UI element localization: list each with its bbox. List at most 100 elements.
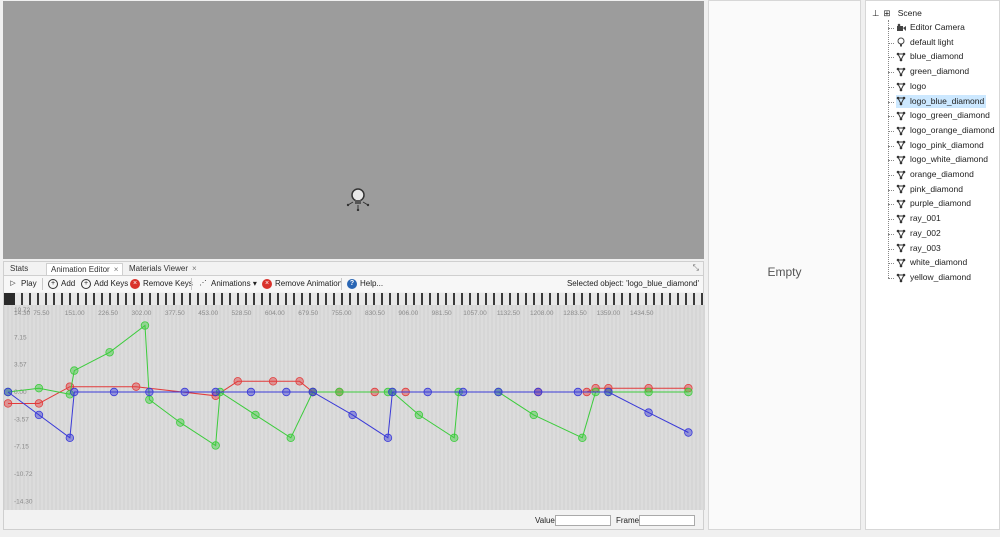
add-button[interactable]: + Add xyxy=(48,278,75,290)
tree-item[interactable]: green_diamond xyxy=(896,65,971,78)
keyframe-point[interactable] xyxy=(131,382,141,391)
keyframe-marker[interactable] xyxy=(589,293,591,305)
keyframe-marker[interactable] xyxy=(125,293,127,305)
keyframe-marker[interactable] xyxy=(557,293,559,305)
tree-item[interactable]: logo_white_diamond xyxy=(896,153,990,166)
keyframe-marker[interactable] xyxy=(437,293,439,305)
keyframe-marker[interactable] xyxy=(381,293,383,305)
keyframe-marker[interactable] xyxy=(149,293,151,305)
keyframe-point[interactable] xyxy=(494,387,503,397)
keyframe-marker[interactable] xyxy=(453,293,455,305)
keyframe-marker[interactable] xyxy=(205,293,207,305)
keyframe-point[interactable] xyxy=(533,387,543,397)
keyframe-marker[interactable] xyxy=(229,293,231,305)
expand-icon[interactable]: ⤡ xyxy=(693,263,699,273)
keyframe-marker[interactable] xyxy=(53,293,55,305)
keyframe-marker[interactable] xyxy=(677,293,679,305)
keyframe-point[interactable] xyxy=(383,433,393,443)
keyframe-marker[interactable] xyxy=(349,293,351,305)
keyframe-point[interactable] xyxy=(4,399,13,408)
tree-item[interactable]: ray_001 xyxy=(896,212,943,225)
keyframe-marker[interactable] xyxy=(29,293,31,305)
collapse-icon[interactable]: ⊥ xyxy=(872,7,881,20)
keyframe-point[interactable] xyxy=(414,410,424,420)
keyframe-marker[interactable] xyxy=(669,293,671,305)
keyframe-marker[interactable] xyxy=(501,293,503,305)
keyframe-point[interactable] xyxy=(335,387,344,397)
keyframe-marker[interactable] xyxy=(285,293,287,305)
tree-item[interactable]: purple_diamond xyxy=(896,197,973,210)
value-field[interactable] xyxy=(555,515,611,526)
keyframe-point[interactable] xyxy=(233,377,242,386)
keyframe-point[interactable] xyxy=(295,377,304,386)
keyframe-point[interactable] xyxy=(684,387,693,397)
keyframe-marker[interactable] xyxy=(685,293,687,305)
keyframe-point[interactable] xyxy=(604,387,613,397)
keyframe-point[interactable] xyxy=(4,387,13,397)
keyframe-marker[interactable] xyxy=(101,293,103,305)
tree-item[interactable]: default light xyxy=(896,36,955,49)
keyframe-point[interactable] xyxy=(388,387,397,397)
close-icon[interactable]: × xyxy=(114,265,119,274)
frame-field[interactable] xyxy=(639,515,695,526)
keyframe-marker[interactable] xyxy=(77,293,79,305)
keyframe-point[interactable] xyxy=(145,387,154,397)
keyframe-point[interactable] xyxy=(308,387,318,397)
keyframe-marker[interactable] xyxy=(141,293,143,305)
keyframe-point[interactable] xyxy=(34,383,44,393)
keyframe-point[interactable] xyxy=(348,410,357,420)
keyframe-marker[interactable] xyxy=(653,293,655,305)
keyframe-point[interactable] xyxy=(268,377,278,386)
keyframe-marker[interactable] xyxy=(197,293,199,305)
keyframe-point[interactable] xyxy=(423,387,432,397)
keyframe-marker[interactable] xyxy=(45,293,47,305)
keyframe-marker[interactable] xyxy=(509,293,511,305)
keyframe-point[interactable] xyxy=(684,428,693,437)
keyframe-point[interactable] xyxy=(578,433,587,443)
close-icon[interactable]: × xyxy=(192,264,197,273)
keyframe-marker[interactable] xyxy=(549,293,551,305)
keyframe-marker[interactable] xyxy=(221,293,223,305)
tree-item[interactable]: ray_002 xyxy=(896,227,943,240)
tree-item[interactable]: logo xyxy=(896,80,928,93)
tree-item[interactable]: pink_diamond xyxy=(896,183,965,196)
keyframe-marker[interactable] xyxy=(533,293,535,305)
tab-materials-viewer[interactable]: Materials Viewer × xyxy=(125,263,201,275)
keyframe-point[interactable] xyxy=(644,408,653,417)
keyframe-marker[interactable] xyxy=(309,293,311,305)
keyframe-marker[interactable] xyxy=(341,293,343,305)
keyframe-point[interactable] xyxy=(282,387,291,397)
tree-item[interactable]: logo_blue_diamond xyxy=(896,94,987,108)
keyframe-marker[interactable] xyxy=(581,293,583,305)
keyframe-point[interactable] xyxy=(65,433,75,443)
keyframe-marker[interactable] xyxy=(445,293,447,305)
keyframe-marker[interactable] xyxy=(213,293,215,305)
keyframe-marker[interactable] xyxy=(189,293,191,305)
keyframe-point[interactable] xyxy=(251,410,260,420)
keyframe-marker[interactable] xyxy=(93,293,95,305)
keyframe-marker[interactable] xyxy=(61,293,63,305)
keyframe-point[interactable] xyxy=(573,387,583,397)
keyframe-marker[interactable] xyxy=(269,293,271,305)
keyframe-marker[interactable] xyxy=(37,293,39,305)
play-button[interactable]: ▷ Play xyxy=(8,278,36,290)
keyframe-marker[interactable] xyxy=(157,293,159,305)
keyframe-marker[interactable] xyxy=(405,293,407,305)
add-keys-button[interactable]: + Add Keys xyxy=(81,278,128,290)
keyframe-point[interactable] xyxy=(286,433,295,443)
keyframe-point[interactable] xyxy=(70,366,79,375)
keyframe-marker[interactable] xyxy=(637,293,639,305)
keyframe-marker[interactable] xyxy=(333,293,335,305)
keyframe-marker[interactable] xyxy=(181,293,183,305)
tree-item[interactable]: logo_green_diamond xyxy=(896,109,992,122)
keyframe-marker[interactable] xyxy=(629,293,631,305)
keyframe-marker[interactable] xyxy=(613,293,615,305)
keyframe-marker[interactable] xyxy=(605,293,607,305)
keyframe-marker[interactable] xyxy=(173,293,175,305)
tab-stats[interactable]: Stats xyxy=(6,263,32,275)
keyframe-marker[interactable] xyxy=(261,293,263,305)
keyframe-marker[interactable] xyxy=(413,293,415,305)
keyframe-marker[interactable] xyxy=(21,293,23,305)
keyframe-marker[interactable] xyxy=(541,293,543,305)
keyframe-marker[interactable] xyxy=(525,293,527,305)
